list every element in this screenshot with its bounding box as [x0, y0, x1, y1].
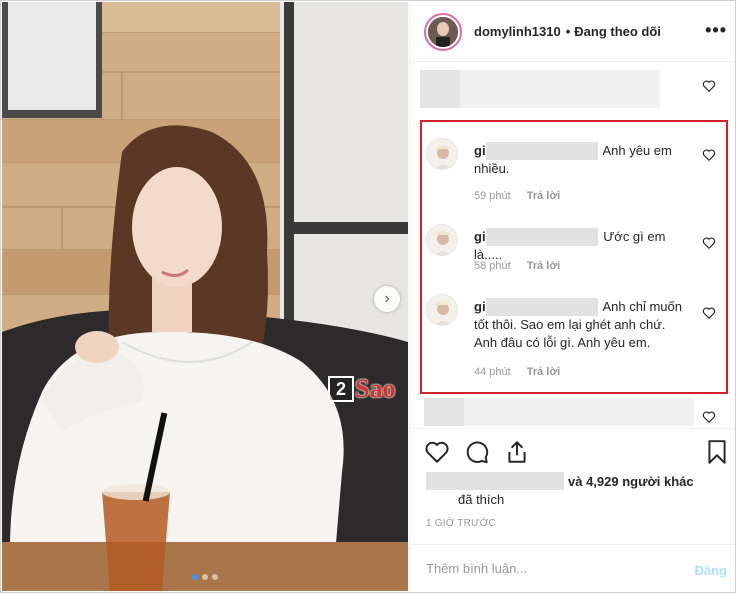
watermark-text: Sao	[355, 374, 396, 403]
comment-time: 58 phút	[474, 260, 511, 272]
blurred-username	[485, 298, 598, 316]
comment-like-icon[interactable]	[702, 306, 716, 320]
commenter-avatar[interactable]	[426, 138, 458, 170]
more-options-button[interactable]: •••	[705, 20, 727, 41]
commenter-username[interactable]: gi	[474, 143, 486, 158]
carousel-dot-active	[192, 574, 198, 580]
reply-button[interactable]: Trả lời	[527, 366, 561, 378]
comment-item: gi Anh chỉ muốn tốt thôi. Sao em lại ghé…	[426, 294, 716, 384]
comment-item: gi Ước gì em là..... 58 phút Trả lời	[426, 224, 716, 284]
post-header: domylinh1310 • Đang theo dõi •••	[410, 2, 735, 62]
add-comment-bar: Đăng	[410, 544, 735, 591]
post-side-panel: domylinh1310 • Đang theo dõi ••• gi Anh …	[409, 2, 735, 591]
carousel-dots	[2, 574, 408, 580]
share-icon[interactable]	[504, 439, 530, 465]
comment-text: gi Anh chỉ muốn tốt thôi. Sao em lại ghé…	[474, 298, 689, 352]
post-comment-button[interactable]: Đăng	[695, 563, 728, 578]
blurred-comment	[464, 398, 694, 426]
watermark: 2 Sao	[328, 374, 395, 404]
blurred-comment	[460, 70, 660, 108]
comment-like-icon[interactable]	[702, 148, 716, 162]
commenter-username[interactable]: gi	[474, 299, 486, 314]
comment-input[interactable]	[426, 560, 676, 576]
blurred-liker-name	[426, 472, 564, 490]
post-timestamp[interactable]: 1 GIỜ TRƯỚC	[426, 518, 496, 529]
blurred-avatar	[420, 70, 460, 108]
separator-dot: •	[565, 24, 571, 39]
author-avatar-image	[428, 16, 458, 47]
likes-suffix: đã thích	[458, 492, 505, 507]
watermark-number: 2	[328, 376, 354, 402]
comment-time: 44 phút	[474, 366, 511, 378]
bookmark-icon[interactable]	[704, 439, 730, 465]
comment-text: gi Anh yêu em nhiều.	[474, 142, 689, 178]
blurred-username	[485, 142, 598, 160]
carousel-dot	[202, 574, 208, 580]
commenter-username[interactable]: gi	[474, 229, 486, 244]
reply-button[interactable]: Trả lời	[527, 190, 561, 202]
reply-button[interactable]: Trả lời	[527, 260, 561, 272]
author-username[interactable]: domylinh1310	[474, 24, 561, 39]
comment-meta: 59 phút Trả lời	[474, 190, 560, 202]
heart-icon[interactable]	[424, 439, 450, 465]
comment-like-icon[interactable]	[702, 410, 716, 424]
commenter-avatar[interactable]	[426, 294, 458, 326]
comment-meta: 44 phút Trả lời	[474, 366, 560, 378]
comment-item: gi Anh yêu em nhiều. 59 phút Trả lời	[426, 138, 716, 208]
photo-image	[2, 2, 408, 591]
more-icon: •••	[705, 20, 727, 40]
comment-time: 59 phút	[474, 190, 511, 202]
carousel-next-button[interactable]: ›	[374, 286, 400, 312]
action-bar	[410, 428, 735, 468]
blurred-username	[485, 228, 598, 246]
comment-like-icon[interactable]	[702, 79, 716, 93]
blurred-avatar	[424, 398, 464, 426]
comment-icon[interactable]	[464, 439, 490, 465]
carousel-dot	[212, 574, 218, 580]
likes-count[interactable]: và 4,929 người khác	[568, 474, 694, 489]
comment-text: gi Ước gì em là.....	[474, 228, 689, 264]
post-photo[interactable]: 2 Sao ›	[2, 2, 408, 591]
comment-meta: 58 phút Trả lời	[474, 260, 560, 272]
comment-like-icon[interactable]	[702, 236, 716, 250]
commenter-avatar[interactable]	[426, 224, 458, 256]
follow-status[interactable]: Đang theo dõi	[574, 24, 661, 39]
author-avatar[interactable]	[424, 12, 462, 51]
chevron-right-icon: ›	[384, 290, 390, 307]
